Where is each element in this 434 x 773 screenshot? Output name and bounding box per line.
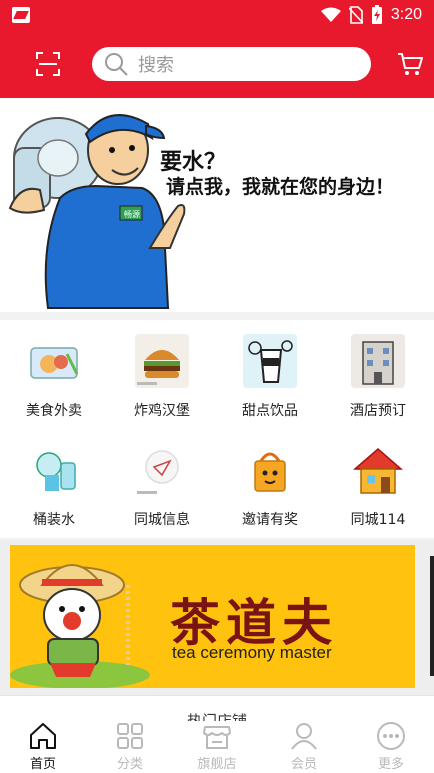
gift-icon bbox=[243, 443, 297, 497]
category-item-food[interactable]: 美食外卖 bbox=[0, 320, 108, 420]
category-label: 邀请有奖 bbox=[242, 512, 298, 528]
category-item-dessert[interactable]: 甜点饮品 bbox=[216, 320, 324, 420]
promo-brand-en: tea ceremony master bbox=[172, 643, 332, 662]
wifi-icon bbox=[320, 7, 341, 22]
shopping-cart-icon[interactable] bbox=[397, 51, 423, 77]
more-icon bbox=[377, 722, 405, 750]
water-delivery-banner[interactable]: 畅源 要水？ 请点我，我就在您的身边！ bbox=[0, 98, 434, 312]
tab-home[interactable]: 首页 bbox=[0, 721, 86, 773]
category-item-water[interactable]: 桶装水 bbox=[0, 429, 108, 529]
burger-icon bbox=[135, 334, 189, 388]
clock-time: 3:20 bbox=[390, 6, 422, 23]
promo-next-slide-peek bbox=[430, 556, 434, 676]
section-title-hot-shops: 热门店铺 bbox=[186, 712, 247, 721]
hero-line-2: 请点我，我就在您的身边！ bbox=[166, 176, 395, 198]
category-label: 酒店预订 bbox=[350, 403, 406, 419]
uniform-badge: 畅源 bbox=[124, 209, 140, 219]
app-notification-icon bbox=[12, 7, 30, 23]
dessert-drink-icon bbox=[243, 334, 297, 388]
status-icons: 3:20 bbox=[320, 5, 422, 25]
search-icon bbox=[105, 53, 128, 76]
search-placeholder: 搜索 bbox=[138, 55, 174, 76]
water-delivery-worker-illustration: 畅源 bbox=[8, 114, 186, 309]
tab-label: 会员 bbox=[290, 757, 317, 772]
home-icon bbox=[30, 723, 56, 749]
category-label: 甜点饮品 bbox=[242, 403, 298, 419]
top-header: 搜索 bbox=[0, 30, 434, 98]
city-info-icon bbox=[135, 443, 189, 497]
scan-icon[interactable] bbox=[36, 52, 60, 76]
category-item-invite[interactable]: 邀请有奖 bbox=[216, 429, 324, 529]
search-input[interactable]: 搜索 bbox=[92, 47, 371, 81]
category-label: 美食外卖 bbox=[26, 403, 82, 419]
tab-label: 更多 bbox=[377, 757, 404, 772]
promo-banner-tea[interactable]: 茶道夫 tea ceremony master bbox=[10, 545, 415, 688]
category-item-hotel[interactable]: 酒店预订 bbox=[324, 320, 432, 420]
category-icon bbox=[117, 723, 143, 749]
promo-carousel[interactable]: 茶道夫 tea ceremony master bbox=[0, 540, 434, 695]
water-bottle-icon bbox=[27, 443, 81, 497]
category-label: 炸鸡汉堡 bbox=[134, 403, 190, 419]
category-label: 同城信息 bbox=[134, 512, 190, 528]
category-grid: 美食外卖 炸鸡汉堡 甜点饮品 酒店预订 桶装水 同城信息 邀请有奖 同城114 bbox=[0, 320, 434, 538]
category-item-cityinfo[interactable]: 同城信息 bbox=[108, 429, 216, 529]
tab-more[interactable]: 更多 bbox=[348, 721, 434, 773]
category-label: 桶装水 bbox=[33, 512, 75, 528]
tea-mascot-illustration bbox=[10, 564, 150, 688]
tab-label: 旗舰店 bbox=[197, 757, 237, 772]
battery-charging-icon bbox=[371, 5, 382, 24]
tab-label: 分类 bbox=[116, 757, 143, 772]
hotel-icon bbox=[351, 334, 405, 388]
member-icon bbox=[291, 723, 317, 750]
category-item-burger[interactable]: 炸鸡汉堡 bbox=[108, 320, 216, 420]
store-icon bbox=[203, 726, 231, 749]
tab-member[interactable]: 会员 bbox=[261, 721, 347, 773]
category-label: 同城114 bbox=[350, 512, 406, 528]
bottom-tab-bar: 热门店铺 首页 分类 旗舰店 会员 更多 bbox=[0, 695, 434, 773]
status-bar: 3:20 bbox=[0, 0, 434, 30]
category-item-114[interactable]: 同城114 bbox=[324, 429, 432, 529]
food-delivery-icon bbox=[27, 334, 81, 388]
no-sim-icon bbox=[348, 6, 363, 24]
tab-flagship-store[interactable]: 旗舰店 bbox=[174, 721, 260, 773]
tab-category[interactable]: 分类 bbox=[87, 721, 173, 773]
house-icon bbox=[351, 443, 405, 497]
tab-label: 首页 bbox=[29, 757, 56, 772]
